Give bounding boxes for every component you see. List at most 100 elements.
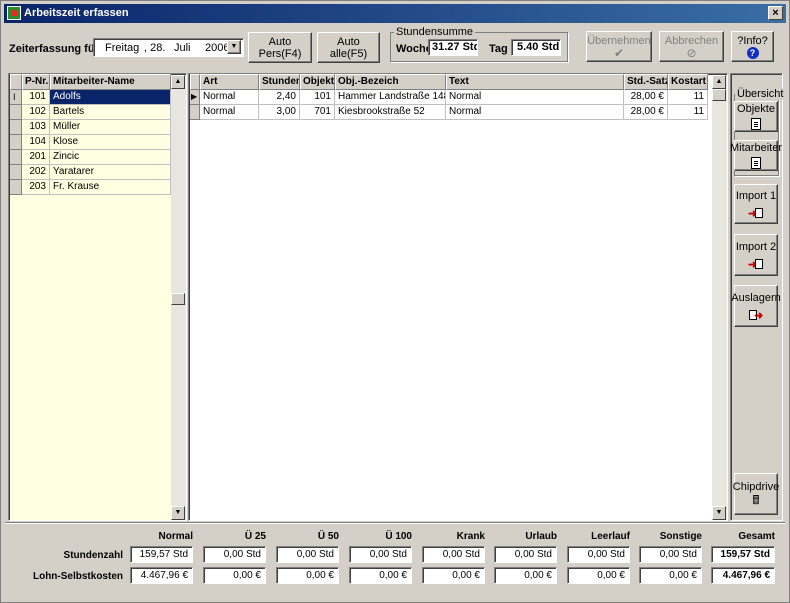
- pnr-cell[interactable]: 103: [22, 120, 50, 135]
- mitarbeiter-button[interactable]: Mitarbeiter: [730, 140, 782, 171]
- scroll-thumb[interactable]: [171, 293, 185, 305]
- table-row[interactable]: I 101 Adolfs: [10, 90, 171, 105]
- column-header-art[interactable]: Art: [200, 74, 259, 90]
- summary-header: Gesamt: [738, 531, 775, 542]
- info-button[interactable]: ?Info? ?: [731, 31, 774, 62]
- lohn-value: 0,00 €: [567, 567, 630, 584]
- pnr-cell[interactable]: 104: [22, 135, 50, 150]
- row-indicator-header: [190, 74, 200, 90]
- table-row[interactable]: ▶ Normal 2,40 101 Hammer Landstraße 148 Norma…: [190, 90, 708, 105]
- text-cell[interactable]: Normal: [446, 90, 624, 105]
- pnr-cell[interactable]: 102: [22, 105, 50, 120]
- art-cell[interactable]: Normal: [200, 90, 259, 105]
- text-cell[interactable]: Normal: [446, 105, 624, 120]
- zeiterfassung-label: Zeiterfassung für: [9, 43, 99, 55]
- mitarbeiter-label: Mitarbeiter: [730, 142, 782, 154]
- row-indicator[interactable]: [10, 120, 22, 135]
- lohn-value: 4.467,96 €: [711, 567, 775, 584]
- satz-cell[interactable]: 28,00 €: [624, 105, 668, 120]
- date-picker[interactable]: Freitag , 28. Juli 2006 ▼: [93, 38, 244, 57]
- column-header-satz[interactable]: Std.-Satz: [624, 74, 668, 90]
- column-header-objekt[interactable]: Objekt: [300, 74, 335, 90]
- column-header-stunden[interactable]: Stunden: [259, 74, 300, 90]
- import1-button[interactable]: Import 1 ➜: [734, 184, 778, 224]
- import2-button[interactable]: Import 2 ➜: [734, 234, 778, 276]
- table-row[interactable]: 103 Müller: [10, 120, 171, 135]
- import2-label: Import 2: [735, 240, 777, 253]
- row-indicator[interactable]: ▶: [190, 90, 200, 105]
- abbrechen-label: Abbrechen: [664, 34, 719, 47]
- name-cell[interactable]: Bartels: [50, 105, 171, 120]
- column-header-kostart[interactable]: Kostart: [668, 74, 708, 90]
- auto-pers-button[interactable]: Auto Pers(F4): [248, 32, 312, 63]
- table-row[interactable]: Normal 3,00 701 Kiesbrookstraße 52 Normal 28,…: [190, 105, 708, 120]
- scroll-down-button[interactable]: ▼: [712, 506, 726, 520]
- column-header-bezeich[interactable]: Obj.-Bezeich: [335, 74, 446, 90]
- table-row[interactable]: 102 Bartels: [10, 105, 171, 120]
- bezeich-cell[interactable]: Kiesbrookstraße 52: [335, 105, 446, 120]
- pnr-cell[interactable]: 202: [22, 165, 50, 180]
- row-indicator[interactable]: [10, 165, 22, 180]
- table-row[interactable]: 104 Klose: [10, 135, 171, 150]
- summary-header: Normal: [158, 531, 193, 542]
- stundenzahl-value: 0,00 Std: [567, 546, 630, 563]
- row-indicator[interactable]: [190, 105, 200, 120]
- name-cell[interactable]: Adolfs: [50, 90, 171, 105]
- entries-scrollbar[interactable]: ▲ ▼: [712, 75, 727, 520]
- name-cell[interactable]: Yaratarer: [50, 165, 171, 180]
- stunden-cell[interactable]: 2,40: [259, 90, 300, 105]
- name-cell[interactable]: Fr. Krause: [50, 180, 171, 195]
- date-weekday: Freitag: [105, 42, 140, 54]
- chipdrive-button[interactable]: Chipdrive 🖩: [733, 473, 779, 515]
- table-row[interactable]: 201 Zincic: [10, 150, 171, 165]
- triangle-up-icon: ▲: [715, 78, 723, 85]
- stunden-cell[interactable]: 3,00: [259, 105, 300, 120]
- pnr-cell[interactable]: 201: [22, 150, 50, 165]
- row-indicator[interactable]: [10, 135, 22, 150]
- help-icon: ?: [746, 46, 759, 59]
- row-indicator[interactable]: [10, 150, 22, 165]
- uebernehmen-button[interactable]: Übernehmen ✔: [586, 31, 652, 62]
- row-indicator[interactable]: [10, 180, 22, 195]
- column-header-pnr[interactable]: P-Nr.: [22, 74, 50, 90]
- cancel-icon: ⊘: [686, 45, 697, 60]
- objekte-button[interactable]: Objekte: [734, 101, 778, 132]
- objekt-cell[interactable]: 701: [300, 105, 335, 120]
- column-header-text[interactable]: Text: [446, 74, 624, 90]
- auslagern-button[interactable]: Auslagern ➜: [731, 285, 781, 327]
- lohn-selbstkosten-label: Lohn-Selbstkosten: [32, 571, 123, 582]
- close-button[interactable]: ×: [768, 6, 783, 20]
- art-cell[interactable]: Normal: [200, 105, 259, 120]
- summary-header: Leerlauf: [591, 531, 630, 542]
- name-cell[interactable]: Klose: [50, 135, 171, 150]
- bezeich-cell[interactable]: Hammer Landstraße 148: [335, 90, 446, 105]
- kostart-cell[interactable]: 11: [668, 105, 708, 120]
- pnr-cell[interactable]: 203: [22, 180, 50, 195]
- app-icon: [7, 6, 21, 20]
- kostart-cell[interactable]: 11: [668, 90, 708, 105]
- lohn-value: 4.467,96 €: [130, 567, 193, 584]
- scroll-down-button[interactable]: ▼: [171, 506, 185, 520]
- row-indicator-header: [10, 74, 22, 90]
- pnr-cell[interactable]: 101: [22, 90, 50, 105]
- entries-grid-header: Art Stunden Objekt Obj.-Bezeich Text Std…: [190, 74, 708, 90]
- name-cell[interactable]: Müller: [50, 120, 171, 135]
- objekt-cell[interactable]: 101: [300, 90, 335, 105]
- row-indicator[interactable]: [10, 105, 22, 120]
- abbrechen-button[interactable]: Abbrechen ⊘: [659, 31, 724, 62]
- date-dropdown-button[interactable]: ▼: [227, 40, 241, 54]
- import1-label: Import 1: [735, 189, 777, 202]
- scroll-up-button[interactable]: ▲: [712, 75, 726, 89]
- row-indicator[interactable]: I: [10, 90, 22, 105]
- employee-scrollbar[interactable]: ▲ ▼: [171, 75, 186, 520]
- scroll-up-button[interactable]: ▲: [171, 75, 185, 89]
- checkmark-icon: ✔: [613, 45, 625, 60]
- lohn-value: 0,00 €: [203, 567, 266, 584]
- table-row[interactable]: 202 Yaratarer: [10, 165, 171, 180]
- scroll-thumb[interactable]: [712, 89, 726, 101]
- table-row[interactable]: 203 Fr. Krause: [10, 180, 171, 195]
- name-cell[interactable]: Zincic: [50, 150, 171, 165]
- satz-cell[interactable]: 28,00 €: [624, 90, 668, 105]
- column-header-name[interactable]: Mitarbeiter-Name: [50, 74, 171, 90]
- auto-alle-button[interactable]: Auto alle(F5): [317, 32, 380, 63]
